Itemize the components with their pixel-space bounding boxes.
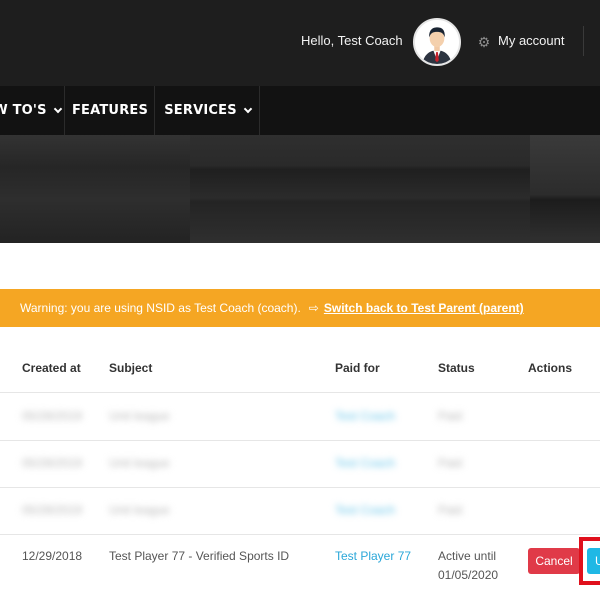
- chevron-down-icon: [53, 104, 62, 113]
- hero-wood-plank: [530, 135, 600, 243]
- gear-icon[interactable]: ⚙: [477, 35, 491, 49]
- column-header-created-at[interactable]: Created at: [22, 361, 81, 375]
- nav-item-how-tos[interactable]: W TO'S: [0, 86, 65, 135]
- switch-back-link[interactable]: Switch back to Test Parent (parent): [324, 301, 524, 315]
- nav-item-services[interactable]: SERVICES: [156, 86, 260, 135]
- cell-paid-for-link[interactable]: Test Coach: [335, 456, 395, 470]
- greeting-text: Hello, Test Coach: [301, 33, 403, 48]
- top-bar: Hello, Test Coach ⚙ My account: [0, 0, 600, 86]
- cell-status: Paid: [438, 409, 463, 423]
- impersonation-warning-bar: Warning: you are using NSID as Test Coac…: [0, 289, 600, 327]
- cell-paid-for-link[interactable]: Test Coach: [335, 503, 395, 517]
- column-header-paid-for[interactable]: Paid for: [335, 361, 380, 375]
- nav-item-label: SERVICES: [164, 103, 237, 118]
- column-header-subject[interactable]: Subject: [109, 361, 152, 375]
- cell-created-at: 05/28/2019: [22, 503, 83, 517]
- cell-subject: Unit league: [109, 503, 170, 517]
- cell-paid-for-link[interactable]: Test Coach: [335, 409, 395, 423]
- hero-banner: [0, 135, 600, 243]
- table-row-divider: [0, 392, 600, 393]
- table-row-divider: [0, 534, 600, 535]
- my-account-link[interactable]: My account: [498, 33, 564, 48]
- avatar-image: [415, 20, 459, 64]
- table-row-divider: [0, 440, 600, 441]
- cell-status: Paid: [438, 503, 463, 517]
- cell-subject: Test Player 77 - Verified Sports ID: [109, 549, 290, 563]
- cell-paid-for-link[interactable]: Test Player 77: [335, 549, 411, 563]
- cell-status-line1: Active until: [438, 549, 497, 563]
- hero-wood-plank: [0, 135, 190, 243]
- cell-created-at: 05/28/2019: [22, 409, 83, 423]
- column-header-actions: Actions: [528, 361, 573, 375]
- chevron-down-icon: [243, 104, 253, 113]
- user-avatar-icon[interactable]: [413, 18, 461, 66]
- cell-subject: Unit league: [109, 456, 170, 470]
- nav-item-label: FEATURES: [71, 103, 149, 118]
- cancel-button[interactable]: Cancel: [528, 548, 580, 574]
- update-button[interactable]: U: [587, 548, 600, 574]
- nav-item-features[interactable]: FEATURES: [66, 86, 155, 135]
- header-divider: [583, 26, 584, 56]
- cell-status: Paid: [438, 456, 463, 470]
- main-nav: W TO'S FEATURES SERVICES: [0, 86, 600, 135]
- table-row-divider: [0, 487, 600, 488]
- switch-user-icon: ⇨: [308, 301, 319, 315]
- nav-item-label: W TO'S: [0, 103, 47, 118]
- hero-wood-plank: [190, 135, 530, 243]
- cell-subject: Unit league: [109, 409, 170, 423]
- cell-created-at: 05/28/2019: [22, 456, 83, 470]
- cell-status-line2: 01/05/2020: [438, 568, 499, 582]
- cell-created-at: 12/29/2018: [22, 549, 83, 563]
- column-header-status[interactable]: Status: [438, 361, 475, 375]
- warning-text: Warning: you are using NSID as Test Coac…: [20, 301, 301, 315]
